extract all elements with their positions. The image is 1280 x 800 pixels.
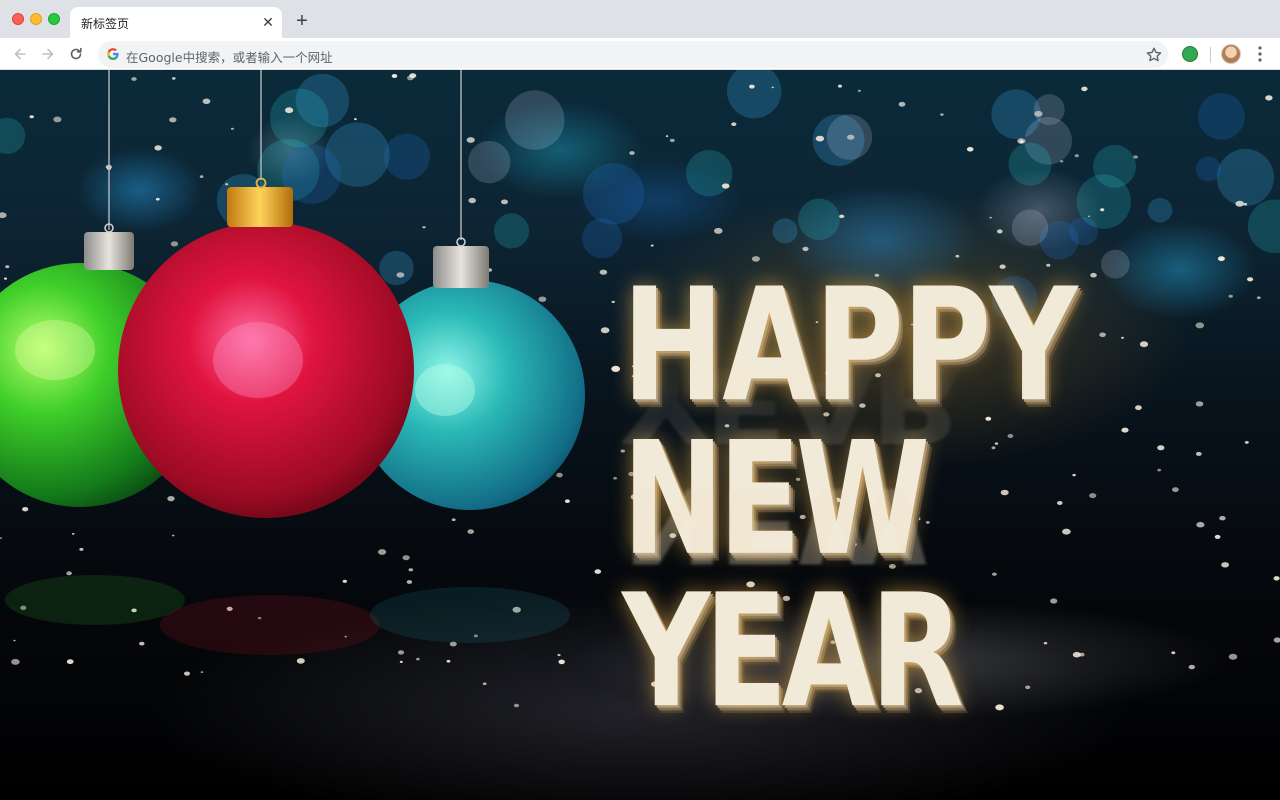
browser-toolbar: 在Google中搜索，或者输入一个网址	[0, 38, 1280, 70]
window-close-button[interactable]	[12, 13, 24, 25]
extension-icon[interactable]	[1181, 45, 1199, 63]
kebab-menu-icon[interactable]	[1252, 44, 1268, 64]
forward-button[interactable]	[36, 42, 60, 66]
omnibox[interactable]: 在Google中搜索，或者输入一个网址	[98, 41, 1168, 68]
new-tab-page: HAPPY NEW YEAR NEW YEAR	[0, 70, 1280, 800]
green-reflection	[5, 575, 185, 625]
reload-icon	[70, 47, 82, 60]
close-icon[interactable]: ✕	[260, 14, 276, 30]
red-reflection	[160, 595, 380, 655]
back-button[interactable]	[8, 42, 32, 66]
tab-new-tab[interactable]: 新标签页 ✕	[70, 7, 282, 38]
star-icon[interactable]	[1144, 45, 1164, 65]
tab-strip: 新标签页 ✕ +	[0, 0, 1280, 38]
headline-reflection: NEW YEAR	[622, 343, 959, 585]
tab-title: 新标签页	[81, 17, 130, 31]
google-icon	[107, 48, 119, 60]
arrow-right-icon	[42, 48, 54, 60]
toolbar-separator	[1210, 47, 1211, 63]
teal-reflection	[370, 587, 570, 643]
arrow-left-icon	[14, 48, 26, 60]
omnibox-placeholder: 在Google中搜索，或者输入一个网址	[126, 50, 333, 65]
avatar[interactable]	[1221, 44, 1241, 64]
window-minimize-button[interactable]	[30, 13, 42, 25]
window-maximize-button[interactable]	[48, 13, 60, 25]
reload-button[interactable]	[64, 42, 88, 66]
red-ornament	[118, 177, 414, 518]
new-tab-button[interactable]: +	[292, 11, 312, 31]
